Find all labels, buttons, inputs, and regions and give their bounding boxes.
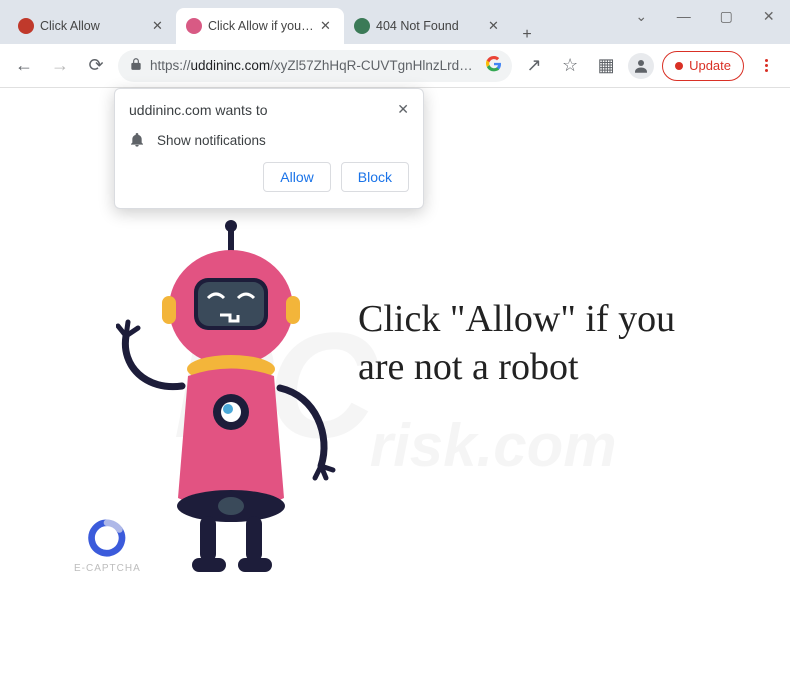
window-maximize-icon[interactable]: ▢	[709, 0, 743, 32]
tab-404[interactable]: 404 Not Found ✕	[344, 8, 512, 44]
window-dropdown-icon[interactable]: ⌄	[624, 0, 658, 32]
reload-button[interactable]: ⟳	[82, 52, 110, 80]
bookmark-icon[interactable]: ☆	[556, 52, 584, 80]
allow-button[interactable]: Allow	[263, 162, 330, 192]
update-label: Update	[689, 58, 731, 73]
share-icon[interactable]: ↗	[520, 52, 548, 80]
captcha-ring-icon	[88, 519, 126, 557]
notification-permission-popup: uddininc.com wants to ✕ Show notificatio…	[114, 88, 424, 209]
tab-click-allow-if[interactable]: Click Allow if you ar ✕	[176, 8, 344, 44]
url-text: https://uddininc.com/xyZl57ZhHqR-CUVTgnH…	[150, 58, 480, 73]
favicon-icon	[186, 18, 202, 34]
window-close-icon[interactable]: ✕	[752, 0, 786, 32]
tab-click-allow[interactable]: Click Allow ✕	[8, 8, 176, 44]
address-bar[interactable]: https://uddininc.com/xyZl57ZhHqR-CUVTgnH…	[118, 50, 512, 82]
popup-close-icon[interactable]: ✕	[397, 101, 409, 118]
bell-icon	[129, 132, 145, 148]
profile-avatar[interactable]	[628, 53, 654, 79]
popup-permission-text: Show notifications	[157, 133, 266, 148]
tab-close-icon[interactable]: ✕	[488, 18, 502, 34]
popup-origin-text: uddininc.com wants to	[129, 102, 268, 118]
tab-close-icon[interactable]: ✕	[152, 18, 166, 34]
update-dot-icon	[675, 62, 683, 70]
block-button[interactable]: Block	[341, 162, 409, 192]
robot-illustration-icon	[116, 216, 346, 576]
extensions-icon[interactable]: ▦	[592, 52, 620, 80]
favicon-icon	[18, 18, 34, 34]
lock-icon	[128, 57, 144, 74]
captcha-badge: E-CAPTCHA	[74, 519, 141, 574]
tab-label: 404 Not Found	[376, 19, 482, 33]
back-button[interactable]: ←	[10, 52, 38, 80]
favicon-icon	[354, 18, 370, 34]
tab-close-icon[interactable]: ✕	[320, 18, 334, 34]
tab-label: Click Allow if you ar	[208, 19, 314, 33]
window-minimize-icon[interactable]: —	[667, 0, 701, 32]
new-tab-button[interactable]: +	[512, 26, 542, 44]
tab-label: Click Allow	[40, 19, 146, 33]
update-button[interactable]: Update	[662, 51, 744, 81]
google-search-icon[interactable]	[486, 56, 502, 75]
kebab-menu-icon[interactable]	[752, 52, 780, 80]
captcha-label: E-CAPTCHA	[74, 563, 141, 574]
toolbar: ← → ⟳ https://uddininc.com/xyZl57ZhHqR-C…	[0, 44, 790, 88]
forward-button: →	[46, 52, 74, 80]
headline-text: Click "Allow" if you are not a robot	[358, 296, 678, 391]
